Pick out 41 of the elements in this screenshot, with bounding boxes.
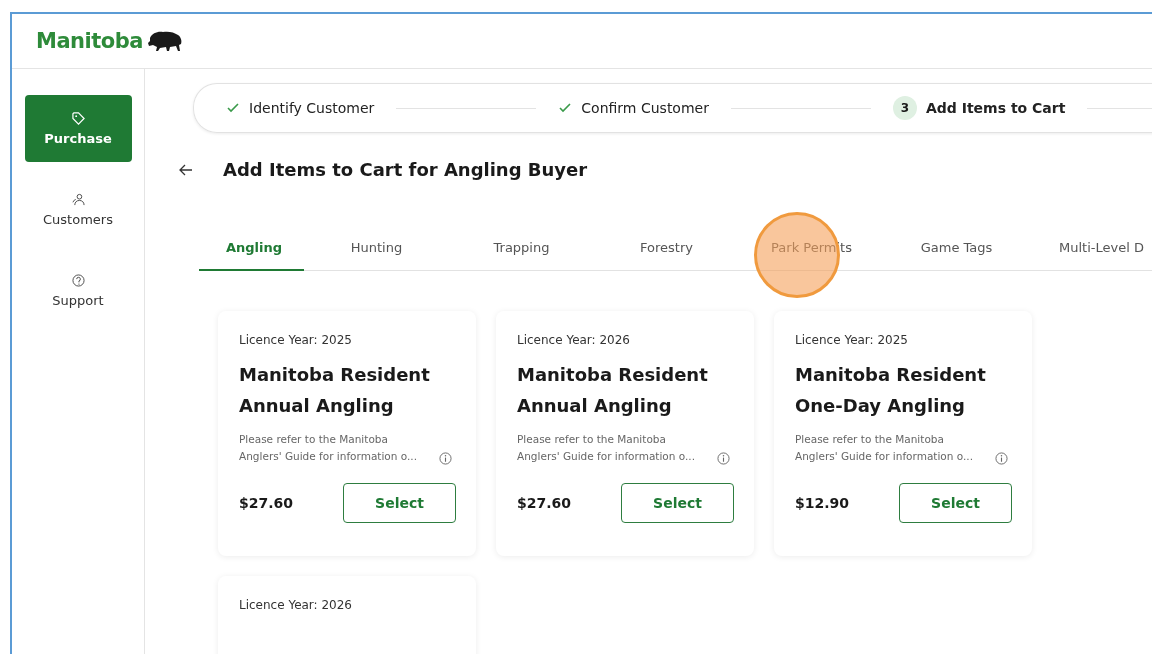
step-label: Confirm Customer <box>581 100 709 116</box>
users-icon <box>71 192 85 206</box>
logo[interactable]: Manitoba <box>36 29 143 53</box>
step-number: 3 <box>892 96 917 120</box>
sidebar-item[interactable]: Support <box>24 257 132 324</box>
licence-name: Manitoba Resident One-Day Angling <box>795 363 987 418</box>
page-title: Add Items to Cart for Angling Buyer <box>223 159 588 180</box>
check-icon <box>226 101 240 115</box>
select-button[interactable]: Select <box>621 483 734 523</box>
licence-year: Licence Year: 2025 <box>239 333 353 347</box>
info-icon[interactable] <box>439 452 452 465</box>
tab[interactable]: Hunting <box>304 228 449 271</box>
licence-description: Please refer to the Manitoba Anglers' Guide for information o... <box>239 432 419 464</box>
tag-icon <box>71 111 85 125</box>
licence-name: Manitoba Resident Annual Angling <box>239 363 431 418</box>
bison-icon <box>146 30 183 52</box>
help-icon <box>71 273 85 287</box>
step-label: Add Items to Cart <box>925 100 1066 116</box>
licence-description: Please refer to the Manitoba Anglers' Guide for information o... <box>517 432 697 464</box>
licence-name: Manitoba Resident Annual Angling <box>517 363 709 418</box>
price: $27.60 <box>239 495 294 511</box>
sidebar-item[interactable]: Purchase <box>24 95 132 162</box>
price: $27.60 <box>517 495 572 511</box>
sidebar-item[interactable]: Customers <box>24 176 132 243</box>
tab[interactable]: Multi-Level D <box>1029 228 1152 271</box>
select-button[interactable]: Select <box>899 483 1012 523</box>
price: $12.90 <box>795 495 850 511</box>
step-label: Identify Customer <box>249 100 375 116</box>
tab[interactable]: Game Tags <box>884 228 1029 271</box>
back-arrow-icon[interactable] <box>179 163 193 176</box>
info-icon[interactable] <box>717 452 730 465</box>
tab[interactable]: Trapping <box>449 228 594 271</box>
licence-year: Licence Year: 2026 <box>517 333 631 347</box>
select-button[interactable]: Select <box>343 483 456 523</box>
licence-year: Licence Year: 2026 <box>239 598 353 612</box>
check-icon <box>558 101 573 115</box>
info-icon[interactable] <box>995 452 1008 465</box>
tab[interactable]: Forestry <box>594 228 739 271</box>
licence-description: Please refer to the Manitoba Anglers' Guide for information o... <box>795 432 975 464</box>
tab[interactable]: Angling <box>199 228 304 271</box>
licence-year: Licence Year: 2025 <box>795 333 909 347</box>
